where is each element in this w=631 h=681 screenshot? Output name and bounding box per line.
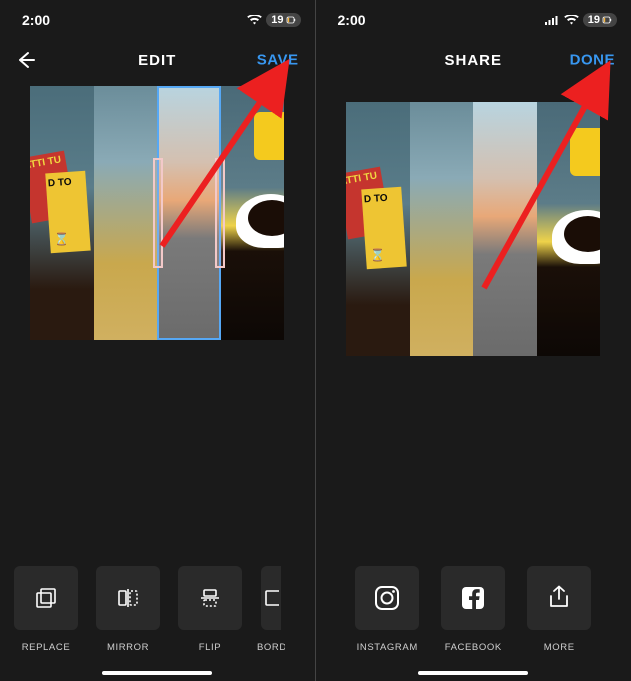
share-label: FACEBOOK (445, 642, 502, 653)
hourglass-graphic: ⌛ (54, 232, 69, 246)
share-facebook[interactable]: FACEBOOK (437, 566, 509, 653)
tool-label: MIRROR (107, 642, 149, 653)
collage-slice: ATTI TU D TO ⌛ (346, 102, 410, 356)
collage-preview: ATTI TU D TO ⌛ (30, 86, 284, 340)
share-tools-row: INSTAGRAM FACEBOOK MORE (316, 566, 631, 681)
cellular-icon (544, 15, 560, 25)
home-indicator[interactable] (102, 671, 212, 675)
tool-flip[interactable]: FLIP (174, 566, 246, 653)
cup-graphic (552, 210, 600, 264)
status-time: 2:00 (338, 12, 366, 28)
share-preview-canvas: ATTI TU D TO ⌛ (316, 102, 631, 382)
collage-slice (537, 102, 601, 356)
wifi-icon (247, 15, 262, 26)
header: SHARE DONE (316, 40, 631, 80)
page-title: SHARE (444, 52, 502, 69)
replace-icon (32, 584, 60, 612)
tool-label: BORDER (257, 642, 285, 653)
save-button[interactable]: SAVE (257, 52, 299, 69)
mirror-icon (114, 584, 142, 612)
instagram-icon (372, 583, 402, 613)
collage-preview: ATTI TU D TO ⌛ (346, 102, 600, 356)
status-bar: 2:00 19 (0, 0, 315, 40)
collage-slice (94, 86, 158, 340)
facebook-icon (458, 583, 488, 613)
seat-graphic (570, 128, 600, 176)
edit-canvas[interactable]: ATTI TU D TO ⌛ (0, 86, 315, 366)
border-icon (263, 584, 279, 612)
collage-slice (221, 86, 285, 340)
share-instagram[interactable]: INSTAGRAM (351, 566, 423, 653)
flip-icon (196, 584, 224, 612)
share-more-icon (545, 584, 573, 612)
edit-tools-row: REPLACE MIRROR FLIP BOR (0, 566, 315, 681)
tool-mirror[interactable]: MIRROR (92, 566, 164, 653)
home-indicator[interactable] (418, 671, 528, 675)
hourglass-graphic: ⌛ (370, 248, 385, 262)
tool-label: REPLACE (22, 642, 71, 653)
page-title: EDIT (138, 52, 176, 69)
collage-slice (157, 86, 221, 340)
back-button[interactable] (14, 49, 36, 71)
share-more[interactable]: MORE (523, 566, 595, 653)
collage-slice (410, 102, 474, 356)
tool-border[interactable]: BORDER (256, 566, 286, 653)
header: EDIT SAVE (0, 40, 315, 80)
phone-share-screen: 2:00 19 SHARE DONE ATTI TU D TO ⌛ (316, 0, 631, 681)
collage-slice (473, 102, 537, 356)
status-indicators: 19 (544, 13, 617, 27)
tool-label: FLIP (199, 642, 221, 653)
share-label: INSTAGRAM (357, 642, 418, 653)
phone-edit-screen: 2:00 19 EDIT SAVE ATTI TU D TO ⌛ (0, 0, 316, 681)
battery-indicator: 19 (266, 13, 300, 27)
collage-slice: ATTI TU D TO ⌛ (30, 86, 94, 340)
done-button[interactable]: DONE (570, 52, 615, 69)
battery-indicator: 19 (583, 13, 617, 27)
status-time: 2:00 (22, 12, 50, 28)
status-bar: 2:00 19 (316, 0, 631, 40)
status-indicators: 19 (247, 13, 300, 27)
wifi-icon (564, 15, 579, 26)
tool-replace[interactable]: REPLACE (10, 566, 82, 653)
share-label: MORE (544, 642, 575, 653)
seat-graphic (254, 112, 284, 160)
cup-graphic (236, 194, 284, 248)
